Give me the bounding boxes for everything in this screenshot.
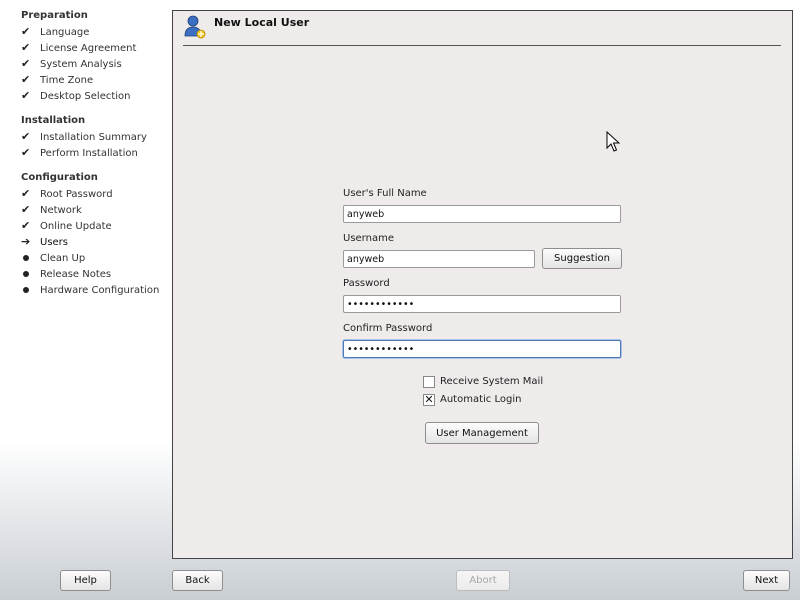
step-label: Language <box>40 26 90 38</box>
password-input[interactable] <box>343 295 621 313</box>
step-root-password: ✔ Root Password <box>21 187 113 201</box>
help-button[interactable]: Help <box>60 570 111 591</box>
full-name-input[interactable] <box>343 205 621 223</box>
bullet-icon <box>21 283 40 297</box>
checkmark-icon: ✔ <box>21 73 31 86</box>
step-license-agreement: ✔ License Agreement <box>21 41 136 55</box>
suggestion-button[interactable]: Suggestion <box>542 248 622 269</box>
step-release-notes: Release Notes <box>21 267 111 281</box>
receive-system-mail-checkbox[interactable] <box>423 376 435 388</box>
automatic-login-label: Automatic Login <box>440 394 522 405</box>
step-desktop-selection: ✔ Desktop Selection <box>21 89 131 103</box>
checkmark-icon: ✔ <box>21 25 31 38</box>
username-label: Username <box>343 233 394 244</box>
step-users: ➔ Users <box>21 235 68 249</box>
step-label: Root Password <box>40 188 113 200</box>
step-language: ✔ Language <box>21 25 89 39</box>
step-label: Time Zone <box>40 74 94 86</box>
checkmark-icon: ✔ <box>21 219 31 232</box>
receive-system-mail-label: Receive System Mail <box>440 376 544 387</box>
title-separator <box>183 45 781 46</box>
step-installation-summary: ✔ Installation Summary <box>21 130 147 144</box>
arrow-right-icon: ➔ <box>21 235 31 248</box>
step-label: Clean Up <box>40 252 86 264</box>
dialog-panel: New Local User User's Full Name Username… <box>172 10 793 559</box>
step-label: Online Update <box>40 220 112 232</box>
confirm-password-label: Confirm Password <box>343 323 433 334</box>
mouse-pointer-icon <box>606 131 620 152</box>
checkmark-icon: ✔ <box>21 203 31 216</box>
full-name-label: User's Full Name <box>343 188 427 199</box>
step-online-update: ✔ Online Update <box>21 219 112 233</box>
step-label: Network <box>40 204 82 216</box>
step-hardware-configuration: Hardware Configuration <box>21 283 159 297</box>
checkmark-icon: ✔ <box>21 146 31 159</box>
step-label: Perform Installation <box>40 147 138 159</box>
username-input[interactable] <box>343 250 535 268</box>
step-label: Installation Summary <box>40 131 147 143</box>
step-label: Desktop Selection <box>40 90 131 102</box>
section-title-installation: Installation <box>21 115 86 126</box>
step-clean-up: Clean Up <box>21 251 85 265</box>
bullet-icon <box>21 251 40 265</box>
user-add-icon <box>184 15 206 39</box>
checkmark-icon: ✔ <box>21 41 31 54</box>
user-management-button[interactable]: User Management <box>425 422 539 444</box>
step-perform-installation: ✔ Perform Installation <box>21 146 138 160</box>
next-button[interactable]: Next <box>743 570 790 591</box>
back-button[interactable]: Back <box>172 570 223 591</box>
step-system-analysis: ✔ System Analysis <box>21 57 122 71</box>
bullet-icon <box>21 267 40 281</box>
section-title-preparation: Preparation <box>21 10 88 21</box>
step-label: Users <box>40 236 69 248</box>
step-label: Release Notes <box>40 268 112 280</box>
abort-button[interactable]: Abort <box>456 570 510 591</box>
dialog-title: New Local User <box>214 16 310 29</box>
checkmark-icon: ✔ <box>21 130 31 143</box>
step-label: Hardware Configuration <box>40 284 160 296</box>
section-title-configuration: Configuration <box>21 172 98 183</box>
step-network: ✔ Network <box>21 203 82 217</box>
step-label: License Agreement <box>40 42 137 54</box>
confirm-password-input[interactable] <box>343 340 621 358</box>
automatic-login-checkbox[interactable]: ✕ <box>423 394 435 406</box>
checkmark-icon: ✔ <box>21 89 31 102</box>
step-label: System Analysis <box>40 58 122 70</box>
checkmark-icon: ✔ <box>21 187 31 200</box>
wizard-steps-sidebar: Preparation ✔ Language ✔ License Agreement… <box>0 0 172 560</box>
password-label: Password <box>343 278 390 289</box>
checkmark-icon: ✔ <box>21 57 31 70</box>
step-time-zone: ✔ Time Zone <box>21 73 93 87</box>
